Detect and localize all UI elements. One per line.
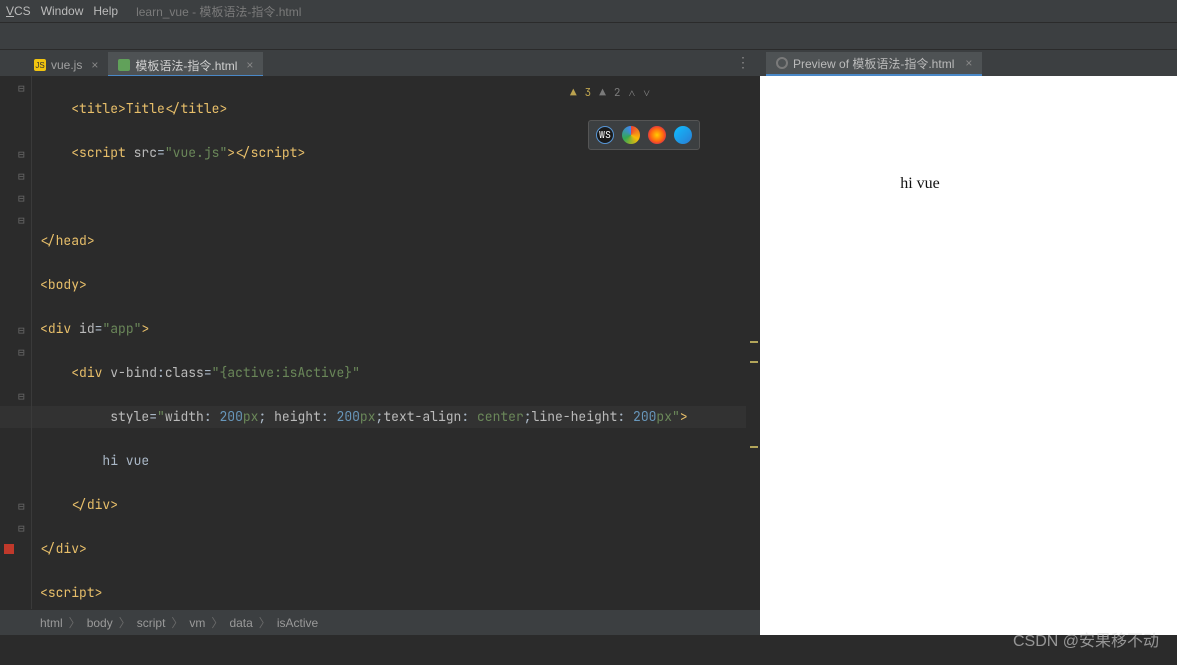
breadcrumb-item[interactable]: html bbox=[40, 616, 63, 630]
fold-icon[interactable]: ⊟ bbox=[18, 78, 25, 100]
breadcrumb-item[interactable]: data bbox=[229, 616, 252, 630]
chevron-up-icon[interactable]: ˄ bbox=[628, 82, 635, 104]
fold-icon[interactable]: ⊟ bbox=[18, 166, 25, 188]
fold-icon[interactable]: ⊟ bbox=[18, 144, 25, 166]
tab-label: 模板语法-指令.html bbox=[135, 57, 237, 74]
tabs-overflow-icon[interactable]: ⋮ bbox=[736, 54, 752, 71]
breadcrumbs: html〉 body〉 script〉 vm〉 data〉 isActive bbox=[0, 609, 760, 635]
window-title: learn_vue - 模板语法-指令.html bbox=[136, 3, 301, 20]
firefox-icon[interactable] bbox=[648, 126, 666, 144]
open-in-browser-popup: WS bbox=[588, 120, 700, 150]
preview-viewport[interactable]: hi vue bbox=[760, 76, 1177, 635]
breadcrumb-item[interactable]: body bbox=[87, 616, 113, 630]
code-editor[interactable]: ⊟ ⊟ ⊟ ⊟ ⊟ ⊟ ⊟ ⊟ ⊟ ⊟ <title>Title</title>… bbox=[0, 76, 760, 609]
color-swatch-icon[interactable] bbox=[4, 544, 14, 554]
fold-icon[interactable]: ⊟ bbox=[18, 518, 25, 540]
error-stripe[interactable] bbox=[748, 76, 758, 609]
weak-warning-icon: ▲ bbox=[599, 82, 606, 104]
menu-help[interactable]: Help bbox=[93, 4, 118, 18]
chrome-icon[interactable] bbox=[622, 126, 640, 144]
marker-icon[interactable] bbox=[750, 361, 758, 363]
webstorm-icon[interactable]: WS bbox=[596, 126, 614, 144]
weak-warning-count: 2 bbox=[614, 82, 621, 104]
fold-icon[interactable]: ⊟ bbox=[18, 496, 25, 518]
tab-label: vue.js bbox=[51, 58, 82, 72]
menu-window[interactable]: Window bbox=[41, 4, 84, 18]
edge-icon[interactable] bbox=[674, 126, 692, 144]
editor-tabbar: JS vue.js × 模板语法-指令.html × ⋮ bbox=[0, 50, 760, 76]
html-icon bbox=[118, 59, 130, 71]
breadcrumb-item[interactable]: vm bbox=[189, 616, 205, 630]
breadcrumb-item[interactable]: isActive bbox=[277, 616, 318, 630]
breadcrumb-item[interactable]: script bbox=[137, 616, 166, 630]
preview-text: hi vue bbox=[820, 84, 1020, 284]
editor-gutter: ⊟ ⊟ ⊟ ⊟ ⊟ ⊟ ⊟ ⊟ ⊟ ⊟ bbox=[0, 76, 32, 609]
tab-vuejs[interactable]: JS vue.js × bbox=[24, 52, 108, 76]
close-icon[interactable]: × bbox=[91, 58, 98, 72]
js-icon: JS bbox=[34, 59, 46, 71]
editor-panel: JS vue.js × 模板语法-指令.html × ⋮ ⊟ ⊟ ⊟ ⊟ ⊟ ⊟ bbox=[0, 50, 760, 635]
preview-tabbar: Preview of 模板语法-指令.html × bbox=[760, 50, 1177, 76]
close-icon[interactable]: × bbox=[965, 56, 972, 70]
menu-bar: VCS Window Help learn_vue - 模板语法-指令.html bbox=[0, 0, 1177, 22]
fold-icon[interactable]: ⊟ bbox=[18, 386, 25, 408]
toolbar-strip bbox=[0, 22, 1177, 50]
warning-icon: ▲ bbox=[570, 82, 577, 104]
menu-vcs[interactable]: VCS bbox=[6, 4, 31, 18]
fold-icon[interactable]: ⊟ bbox=[18, 210, 25, 232]
fold-icon[interactable]: ⊟ bbox=[18, 188, 25, 210]
fold-icon[interactable]: ⊟ bbox=[18, 320, 25, 342]
close-icon[interactable]: × bbox=[246, 58, 253, 72]
marker-icon[interactable] bbox=[750, 446, 758, 448]
globe-icon bbox=[776, 57, 788, 69]
preview-panel: Preview of 模板语法-指令.html × hi vue bbox=[760, 50, 1177, 635]
chevron-down-icon[interactable]: ˅ bbox=[643, 82, 650, 104]
code-lines: <title>Title</title> <script src="vue.js… bbox=[40, 76, 760, 609]
inspection-widget[interactable]: ▲ 3 ▲ 2 ˄ ˅ bbox=[570, 82, 650, 104]
preview-tab[interactable]: Preview of 模板语法-指令.html × bbox=[766, 52, 982, 76]
marker-icon[interactable] bbox=[750, 341, 758, 343]
tab-template-html[interactable]: 模板语法-指令.html × bbox=[108, 52, 263, 76]
watermark: CSDN @安果移不动 bbox=[1013, 627, 1159, 651]
fold-icon[interactable]: ⊟ bbox=[18, 342, 25, 364]
warning-count: 3 bbox=[585, 82, 592, 104]
preview-tab-label: Preview of 模板语法-指令.html bbox=[793, 55, 954, 72]
